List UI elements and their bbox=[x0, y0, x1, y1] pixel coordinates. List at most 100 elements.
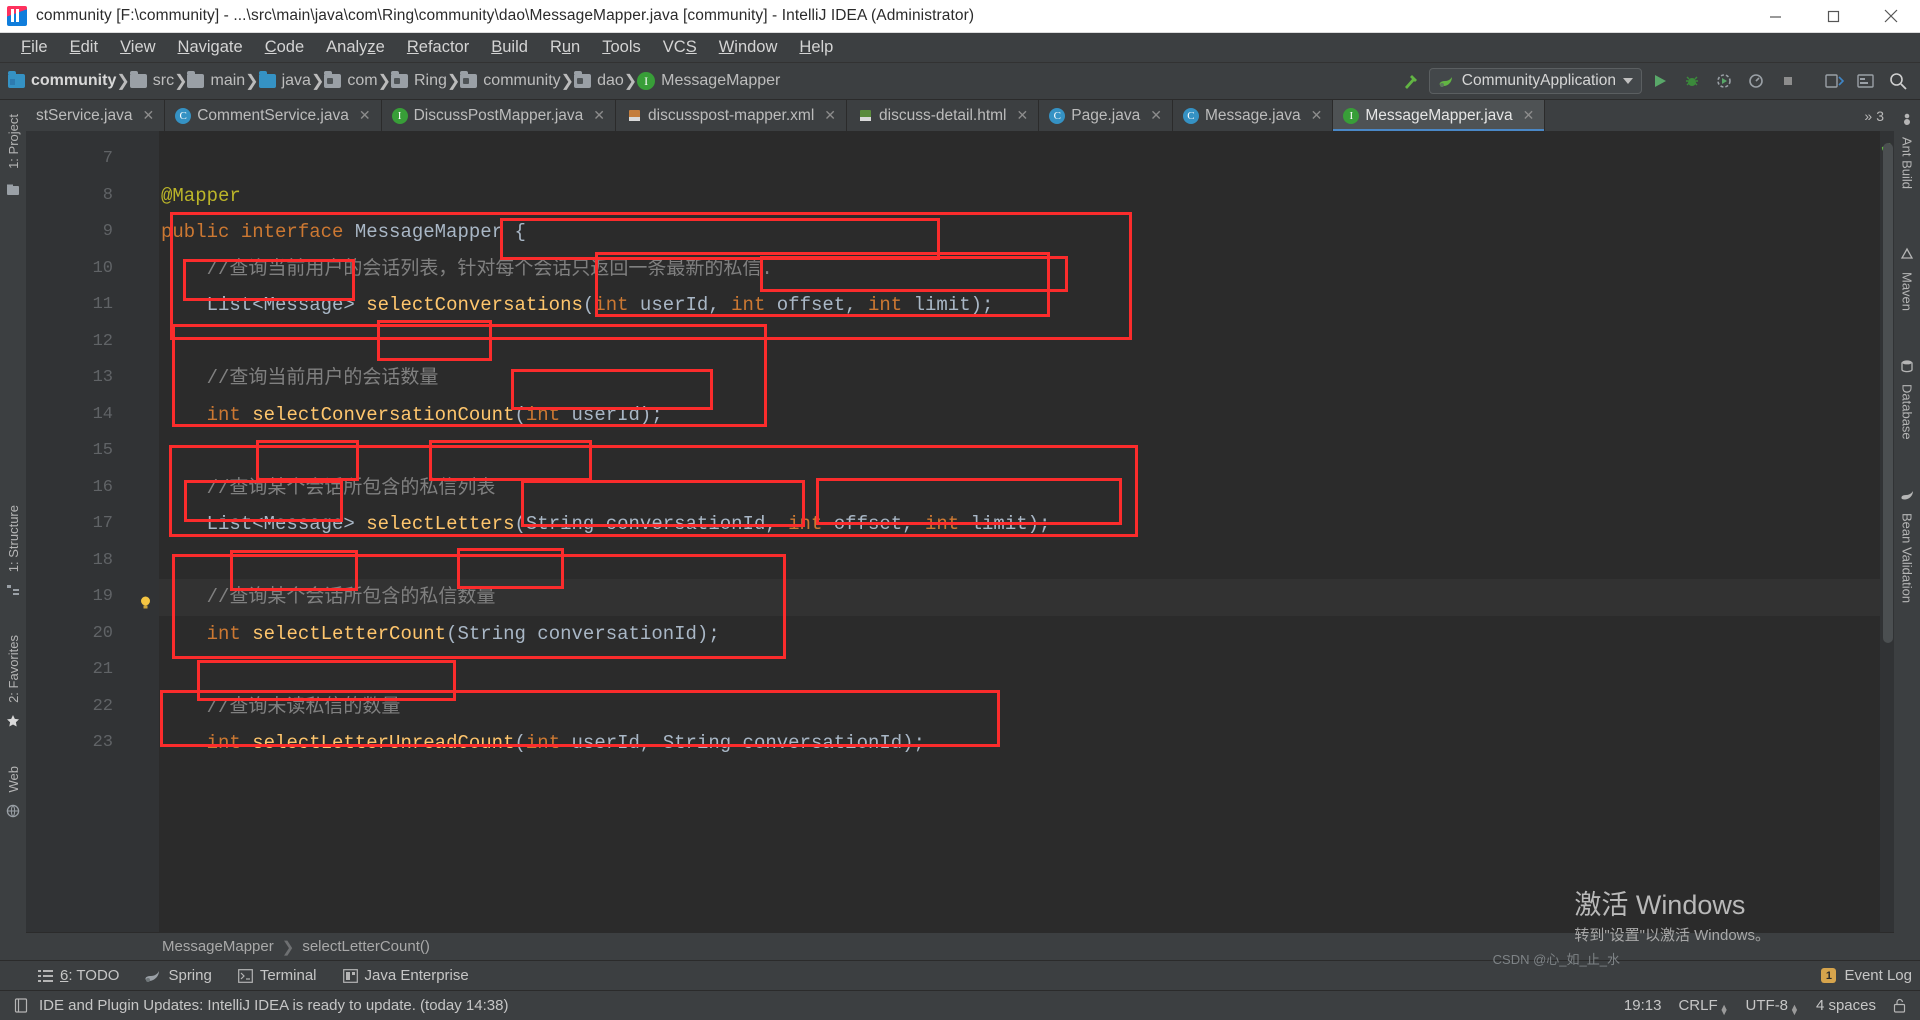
code-line[interactable]: //查询某个会话所包含的私信列表 bbox=[159, 470, 1894, 507]
breadcrumb-com[interactable]: com bbox=[324, 71, 378, 90]
breadcrumb-method[interactable]: selectLetterCount() bbox=[302, 938, 430, 955]
toolwindow-todo[interactable]: 6: TODO bbox=[38, 967, 119, 984]
editor-inspection-marks[interactable]: ✔ bbox=[1880, 131, 1894, 932]
code-line[interactable] bbox=[159, 433, 1894, 470]
menu-analyze[interactable]: Analyze bbox=[315, 35, 396, 60]
close-icon[interactable]: ✕ bbox=[1017, 107, 1029, 124]
menu-view[interactable]: View bbox=[109, 35, 166, 60]
menu-navigate[interactable]: Navigate bbox=[167, 35, 254, 60]
code-line[interactable] bbox=[159, 652, 1894, 689]
sidebar-item-web[interactable]: Web bbox=[3, 758, 24, 801]
tab-discusspostmapper-java[interactable]: I DiscussPostMapper.java ✕ bbox=[381, 100, 617, 131]
sidebar-item-ant-build[interactable]: Ant Build bbox=[1897, 129, 1918, 197]
minimize-button[interactable] bbox=[1746, 0, 1804, 32]
toolwindow-java-enterprise[interactable]: Java Enterprise bbox=[342, 967, 469, 984]
menu-tools[interactable]: Tools bbox=[591, 35, 652, 60]
line-separator[interactable]: CRLF ▲ ▼ bbox=[1678, 997, 1728, 1017]
intention-bulb-icon[interactable] bbox=[139, 590, 152, 609]
code-line[interactable] bbox=[159, 324, 1894, 361]
search-everywhere-button[interactable] bbox=[1884, 67, 1912, 95]
menu-file[interactable]: FFileile bbox=[10, 35, 59, 60]
code-line[interactable]: int selectConversationCount(int userId); bbox=[159, 397, 1894, 434]
tab-discuss-detail-html[interactable]: discuss-detail.html ✕ bbox=[847, 100, 1040, 131]
code-editor[interactable]: 7 8 9 10 11 12 13 14 15 16 17 18 19 20 21 22 23 @Mapper p… bbox=[26, 131, 1894, 932]
tab-overflow-button[interactable]: » 3 bbox=[1854, 100, 1894, 131]
code-line[interactable]: //查询当前用户的会话数量 bbox=[159, 360, 1894, 397]
sidebar-item-project[interactable]: 1: Project bbox=[3, 106, 24, 177]
stop-button[interactable] bbox=[1774, 67, 1802, 95]
build-project-button[interactable] bbox=[1397, 67, 1425, 95]
run-button[interactable] bbox=[1646, 67, 1674, 95]
toolwindow-spring[interactable]: Spring bbox=[145, 967, 212, 984]
toolwindow-event-log[interactable]: 1 Event Log bbox=[1821, 967, 1920, 984]
tab-page-java[interactable]: C Page.java ✕ bbox=[1039, 100, 1173, 131]
menu-refactor[interactable]: Refactor bbox=[396, 35, 480, 60]
run-configuration-selector[interactable]: CommunityApplication bbox=[1428, 68, 1642, 94]
line-number: 15 bbox=[92, 441, 113, 460]
profile-button[interactable] bbox=[1742, 67, 1770, 95]
breadcrumb-dao[interactable]: dao bbox=[574, 71, 624, 90]
close-icon[interactable]: ✕ bbox=[1150, 107, 1162, 124]
indent-setting[interactable]: 4 spaces bbox=[1816, 997, 1876, 1014]
close-icon[interactable]: ✕ bbox=[359, 107, 371, 124]
close-button[interactable] bbox=[1862, 0, 1920, 32]
menu-build[interactable]: Build bbox=[480, 35, 539, 60]
breadcrumb-messagemapper[interactable]: I MessageMapper bbox=[637, 72, 780, 90]
vertical-scrollbar[interactable] bbox=[1883, 143, 1893, 643]
code-line[interactable]: //查询当前用户的会话列表，针对每个会话只返回一条最新的私信. bbox=[159, 251, 1894, 288]
sidebar-item-structure[interactable]: 1: Structure bbox=[3, 497, 24, 580]
run-with-coverage-button[interactable] bbox=[1710, 67, 1738, 95]
sidebar-item-database[interactable]: Database bbox=[1897, 376, 1918, 448]
update-project-button[interactable] bbox=[1820, 67, 1848, 95]
sidebar-item-bean-validation[interactable]: Bean Validation bbox=[1897, 505, 1918, 611]
code-line[interactable] bbox=[159, 141, 1894, 178]
menu-edit[interactable]: Edit bbox=[59, 35, 109, 60]
breadcrumb-main[interactable]: main bbox=[187, 71, 245, 90]
file-encoding[interactable]: UTF-8 ▲ ▼ bbox=[1746, 997, 1799, 1017]
code-line[interactable]: List<Message> selectLetters(String conve… bbox=[159, 506, 1894, 543]
close-icon[interactable]: ✕ bbox=[142, 107, 154, 124]
settings-button[interactable] bbox=[1852, 67, 1880, 95]
code-line[interactable]: @Mapper bbox=[159, 178, 1894, 215]
tab-messagemapper-java[interactable]: I MessageMapper.java ✕ bbox=[1333, 100, 1546, 131]
menu-help[interactable]: Help bbox=[788, 35, 844, 60]
sidebar-item-maven[interactable]: Maven bbox=[1897, 264, 1918, 319]
status-message[interactable]: IDE and Plugin Updates: IntelliJ IDEA is… bbox=[39, 997, 508, 1014]
close-icon[interactable]: ✕ bbox=[1311, 107, 1323, 124]
tab-commentservice-java[interactable]: C CommentService.java ✕ bbox=[165, 100, 382, 131]
notification-icon[interactable] bbox=[14, 998, 29, 1013]
breadcrumb-java[interactable]: java bbox=[258, 71, 311, 90]
tab-message-java[interactable]: C Message.java ✕ bbox=[1172, 100, 1334, 131]
maximize-button[interactable] bbox=[1804, 0, 1862, 32]
unlocked-icon[interactable] bbox=[1893, 998, 1906, 1013]
debug-button[interactable] bbox=[1678, 67, 1706, 95]
breadcrumb-community-package[interactable]: community bbox=[460, 71, 561, 90]
tab-stservice-java[interactable]: stService.java ✕ bbox=[26, 100, 166, 131]
tab-discusspost-mapper-xml[interactable]: discusspost-mapper.xml ✕ bbox=[616, 100, 848, 131]
menu-code[interactable]: Code bbox=[254, 35, 315, 60]
menu-run[interactable]: Run bbox=[539, 35, 591, 60]
code-line[interactable]: int selectLetterUnreadCount(int userId, … bbox=[159, 725, 1894, 762]
code-line[interactable]: public interface MessageMapper { bbox=[159, 214, 1894, 251]
code-line[interactable]: int selectLetterCount(String conversatio… bbox=[159, 616, 1894, 653]
code-line[interactable]: //查询未读私信的数量 bbox=[159, 689, 1894, 726]
menu-vcs[interactable]: VCS bbox=[652, 35, 708, 60]
code-line[interactable]: //查询某个会话所包含的私信数量 bbox=[159, 579, 1894, 616]
caret-position[interactable]: 19:13 bbox=[1624, 997, 1662, 1014]
breadcrumb-separator: ❯ bbox=[116, 73, 130, 90]
breadcrumb-src[interactable]: src bbox=[129, 71, 174, 90]
close-icon[interactable]: ✕ bbox=[1523, 107, 1535, 124]
close-icon[interactable]: ✕ bbox=[824, 107, 836, 124]
breadcrumb-community-module[interactable]: community bbox=[8, 71, 116, 90]
code-line[interactable] bbox=[159, 543, 1894, 580]
code-content[interactable]: @Mapper public interface MessageMapper { … bbox=[159, 131, 1894, 932]
toolwindow-terminal[interactable]: Terminal bbox=[237, 967, 317, 984]
code-token: ( bbox=[514, 513, 526, 535]
code-line[interactable]: List<Message> selectConversations(int us… bbox=[159, 287, 1894, 324]
close-icon[interactable]: ✕ bbox=[593, 107, 605, 124]
menu-window[interactable]: Window bbox=[708, 35, 789, 60]
breadcrumb-class[interactable]: MessageMapper bbox=[162, 938, 274, 955]
sidebar-item-label: Bean Validation bbox=[1899, 512, 1915, 603]
breadcrumb-ring[interactable]: Ring bbox=[390, 71, 447, 90]
sidebar-item-favorites[interactable]: 2: Favorites bbox=[3, 627, 24, 711]
